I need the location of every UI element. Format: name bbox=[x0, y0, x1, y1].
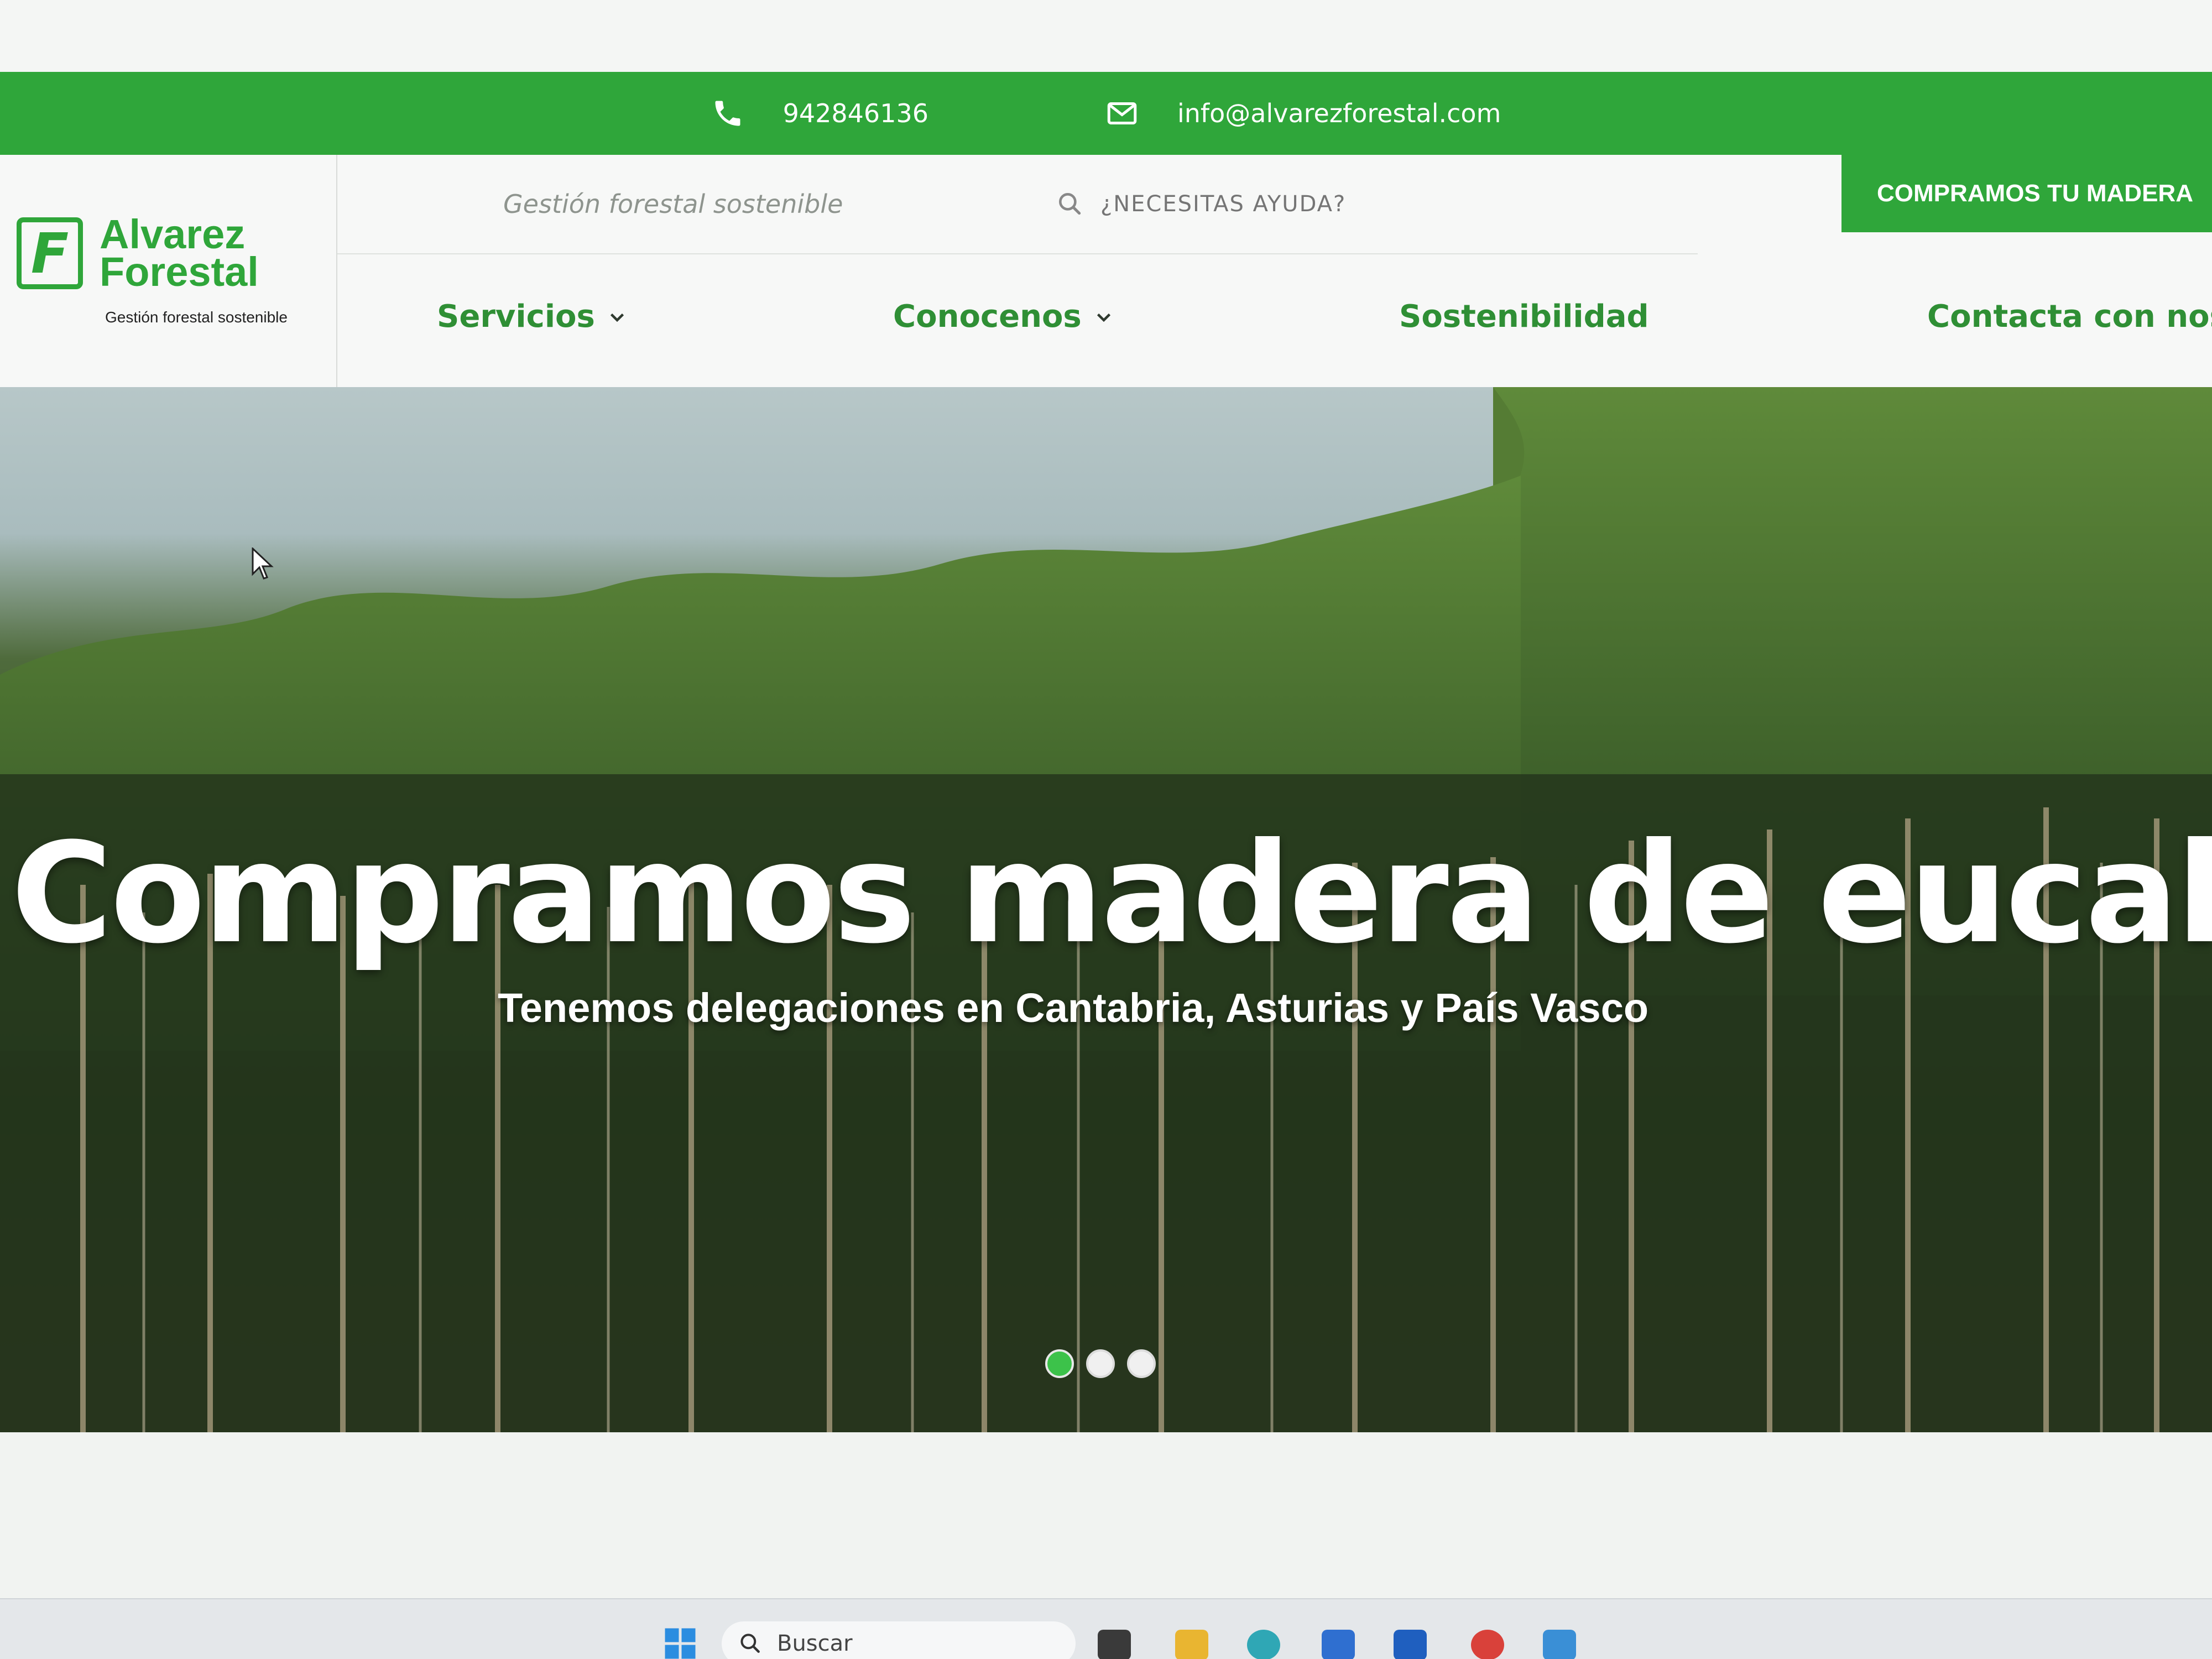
logo-name-line1: Alvarez bbox=[100, 211, 246, 257]
site-header: F Alvarez Forestal Gestión forestal sost… bbox=[0, 155, 2212, 387]
contact-bar: 942846136 info@alvarezforestal.com bbox=[0, 72, 2212, 155]
hero-title: Compramos madera de eucalipto bbox=[11, 813, 2212, 974]
logo-name: Alvarez Forestal bbox=[100, 211, 259, 295]
search-icon bbox=[740, 1634, 760, 1653]
header-tagline: Gestión forestal sostenible bbox=[503, 189, 843, 219]
nav-item-label: Conocenos bbox=[893, 299, 1082, 335]
nav-item-label: Sostenibilidad bbox=[1399, 299, 1649, 335]
logo-mark-icon: F bbox=[17, 217, 83, 289]
email-address[interactable]: info@alvarezforestal.com bbox=[1177, 98, 1501, 128]
phone-icon bbox=[715, 101, 740, 126]
nav-item-label: Servicios bbox=[437, 299, 595, 335]
slider-dot-2[interactable] bbox=[1086, 1349, 1115, 1378]
mouse-cursor-icon bbox=[252, 547, 274, 580]
taskbar-search-label: Buscar bbox=[777, 1631, 853, 1656]
chrome-browser-icon[interactable] bbox=[1471, 1630, 1504, 1659]
edge-browser-icon[interactable] bbox=[1247, 1630, 1280, 1659]
nav-item-sostenibilidad[interactable]: Sostenibilidad bbox=[1399, 299, 1649, 335]
slider-dot-3[interactable] bbox=[1127, 1349, 1156, 1378]
logo[interactable]: F Alvarez Forestal Gestión forestal sost… bbox=[0, 155, 337, 387]
logo-tagline: Gestión forestal sostenible bbox=[105, 309, 288, 326]
hero-subtitle: Tenemos delegaciones en Cantabria, Astur… bbox=[498, 985, 1649, 1031]
main-nav: Servicios Conocenos Sostenibilidad Conta… bbox=[337, 254, 2212, 387]
hero-slider: Compramos madera de eucalipto Tenemos de… bbox=[0, 387, 2212, 1432]
header-search-row: Gestión forestal sostenible bbox=[337, 155, 1698, 254]
nav-item-conocenos[interactable]: Conocenos bbox=[893, 299, 1114, 335]
store-icon[interactable] bbox=[1322, 1630, 1355, 1659]
page-below-hero bbox=[0, 1432, 2212, 1598]
app-icon[interactable] bbox=[1543, 1630, 1576, 1659]
phone-number[interactable]: 942846136 bbox=[783, 98, 928, 128]
slider-dot-1[interactable] bbox=[1045, 1349, 1074, 1378]
nav-item-label: Contacta con nos bbox=[1927, 299, 2212, 335]
nav-item-servicios[interactable]: Servicios bbox=[437, 299, 627, 335]
envelope-icon bbox=[1107, 102, 1137, 124]
logo-name-line2: Forestal bbox=[100, 249, 259, 295]
windows-start-icon[interactable] bbox=[661, 1627, 700, 1659]
search-icon[interactable] bbox=[1056, 190, 1084, 218]
os-taskbar: Buscar bbox=[0, 1598, 2212, 1659]
slider-dots bbox=[1045, 1349, 1156, 1378]
chevron-down-icon bbox=[1097, 313, 1110, 322]
task-view-icon[interactable] bbox=[1098, 1630, 1131, 1659]
chevron-down-icon bbox=[610, 313, 624, 322]
compramos-madera-button[interactable]: COMPRAMOS TU MADERA bbox=[1841, 155, 2212, 232]
file-explorer-icon[interactable] bbox=[1175, 1630, 1208, 1659]
outlook-icon[interactable] bbox=[1394, 1630, 1427, 1659]
search-input[interactable] bbox=[1100, 191, 1598, 217]
taskbar-search[interactable]: Buscar bbox=[722, 1621, 1076, 1659]
nav-item-contacta[interactable]: Contacta con nos bbox=[1927, 299, 2212, 335]
phone-contact[interactable]: 942846136 bbox=[711, 97, 928, 130]
email-contact[interactable]: info@alvarezforestal.com bbox=[1105, 97, 1501, 130]
